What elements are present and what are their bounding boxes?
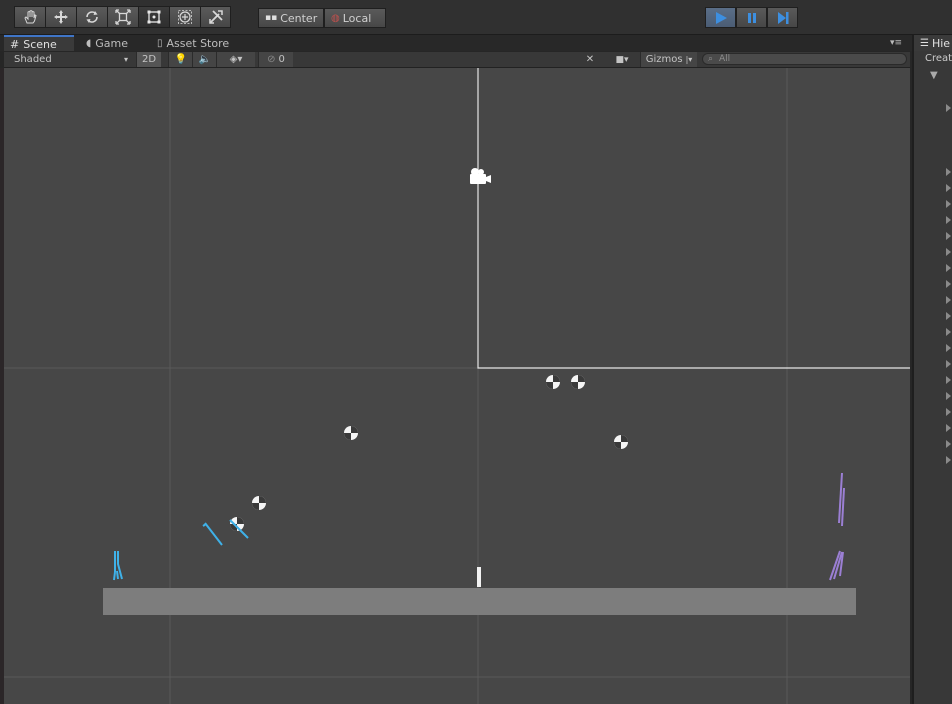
effects-dropdown[interactable]: ◈▾ <box>216 52 255 67</box>
store-icon: ▯ <box>157 37 163 49</box>
scale-tool-icon[interactable] <box>107 6 138 28</box>
tab-game-label: Game <box>95 36 129 50</box>
scene-canvas[interactable] <box>4 68 910 704</box>
hierarchy-icon: ☰ <box>920 37 929 49</box>
gizmos-label: Gizmos <box>645 54 683 65</box>
gizmos-dropdown[interactable]: Gizmos |▾ <box>640 52 697 67</box>
tab-menu-icon[interactable]: ▾≡ <box>890 38 902 48</box>
pause-icon <box>747 12 756 23</box>
ball[interactable] <box>252 496 266 510</box>
hierarchy-foldout-icon[interactable] <box>946 408 951 416</box>
rect-tool-icon[interactable] <box>138 6 169 28</box>
play-button[interactable] <box>705 7 736 28</box>
2d-toggle[interactable]: 2D <box>136 52 161 67</box>
lightbulb-icon: 💡 <box>174 54 188 65</box>
hidden-objects-toggle[interactable]: ⊘ 0 <box>258 52 293 67</box>
play-icon <box>715 11 727 24</box>
audio-toggle[interactable]: 🔈 <box>192 52 217 67</box>
scene-toolbar: Shaded ▾ 2D 💡 🔈 ◈▾ ⊘ 0 ✕ ■▾ Gizmos |▾ ⌕ … <box>4 52 910 68</box>
player-right[interactable] <box>829 472 845 581</box>
tools-icon[interactable]: ✕ <box>580 52 600 67</box>
local-rotation-icon: ◍ <box>331 12 340 24</box>
draw-mode-dropdown[interactable]: Shaded ▾ <box>10 52 132 67</box>
rotate-tool-icon[interactable] <box>76 6 107 28</box>
tab-hierarchy[interactable]: ☰ Hie <box>914 35 952 51</box>
pivot-rotation-label: Local <box>342 11 372 25</box>
hierarchy-foldout-icon[interactable] <box>946 184 951 192</box>
player-left[interactable] <box>113 551 123 581</box>
speaker-icon: 🔈 <box>198 54 212 65</box>
step-icon <box>777 11 788 24</box>
chevron-down-icon: ▾ <box>123 55 128 64</box>
search-placeholder: All <box>719 54 731 64</box>
tab-hierarchy-label: Hie <box>931 36 951 50</box>
tab-asset-store[interactable]: ▯ Asset Store <box>151 35 245 51</box>
hierarchy-foldout-icon[interactable] <box>946 344 951 352</box>
hierarchy-foldout-icon[interactable] <box>946 264 951 272</box>
hierarchy-foldout-icon[interactable] <box>946 424 951 432</box>
hierarchy-root-foldout-icon[interactable]: ▼ <box>930 70 938 81</box>
hierarchy-foldout-icon[interactable] <box>946 280 951 288</box>
main-toolbar: ▪▪ Center ◍ Local <box>0 0 952 35</box>
hierarchy-foldout-icon[interactable] <box>946 392 951 400</box>
tab-asset-store-label: Asset Store <box>166 36 230 50</box>
eye-hidden-icon: ⊘ <box>267 54 276 65</box>
pivot-center-icon: ▪▪ <box>265 13 278 23</box>
tab-game[interactable]: ◖ Game <box>80 35 144 51</box>
chevron-down-icon: |▾ <box>685 55 693 64</box>
ground-platform[interactable] <box>103 588 856 615</box>
scene-tab-bar: # Scene ◖ Game ▯ Asset Store ▾≡ <box>0 35 912 51</box>
camera-bounds <box>477 68 910 369</box>
camera-settings-dropdown[interactable]: ■▾ <box>608 52 636 67</box>
scene-view[interactable] <box>4 68 910 704</box>
camera-icon: ■▾ <box>615 54 629 65</box>
ball[interactable] <box>571 375 585 389</box>
hierarchy-foldout-icon[interactable] <box>946 168 951 176</box>
step-button[interactable] <box>767 7 798 28</box>
2d-label: 2D <box>141 54 157 65</box>
hand-tool-icon[interactable] <box>14 6 45 28</box>
hierarchy-create-button[interactable]: Creat <box>914 52 952 66</box>
transform-tools <box>14 6 231 28</box>
grid-icon: # <box>10 37 20 51</box>
hierarchy-foldout-icon[interactable] <box>946 216 951 224</box>
center-post[interactable] <box>477 567 481 587</box>
ball[interactable] <box>230 517 244 531</box>
game-icon: ◖ <box>86 37 92 49</box>
move-tool-icon[interactable] <box>45 6 76 28</box>
pause-button[interactable] <box>736 7 767 28</box>
hierarchy-foldout-icon[interactable] <box>946 440 951 448</box>
ball[interactable] <box>614 435 628 449</box>
lighting-toggle[interactable]: 💡 <box>168 52 193 67</box>
hierarchy-foldout-icon[interactable] <box>946 248 951 256</box>
hierarchy-foldout-icon[interactable] <box>946 312 951 320</box>
hidden-count: 0 <box>278 54 285 65</box>
hierarchy-foldout-icon[interactable] <box>946 296 951 304</box>
hierarchy-foldout-icon[interactable] <box>946 232 951 240</box>
hierarchy-foldouts <box>946 104 951 464</box>
hierarchy-foldout-icon[interactable] <box>946 328 951 336</box>
hierarchy-foldout-icon[interactable] <box>946 104 951 112</box>
transform-tool-icon[interactable] <box>169 6 200 28</box>
pivot-mode-label: Center <box>280 11 318 25</box>
tab-scene-label: Scene <box>23 37 57 51</box>
ball[interactable] <box>546 375 560 389</box>
hierarchy-foldout-icon[interactable] <box>946 200 951 208</box>
pivot-rotation-button[interactable]: ◍ Local <box>324 8 386 28</box>
hierarchy-foldout-icon[interactable] <box>946 376 951 384</box>
custom-tool-icon[interactable] <box>200 6 231 28</box>
draw-mode-label: Shaded <box>14 54 52 65</box>
pivot-mode-button[interactable]: ▪▪ Center <box>258 8 324 28</box>
tab-scene[interactable]: # Scene <box>4 35 74 51</box>
effects-icon: ◈▾ <box>229 54 243 65</box>
hierarchy-foldout-icon[interactable] <box>946 456 951 464</box>
search-input[interactable]: ⌕ All <box>702 53 907 65</box>
ball[interactable] <box>344 426 358 440</box>
hierarchy-foldout-icon[interactable] <box>946 360 951 368</box>
camera-gizmo-icon[interactable] <box>470 168 491 184</box>
search-icon: ⌕ <box>708 54 714 64</box>
